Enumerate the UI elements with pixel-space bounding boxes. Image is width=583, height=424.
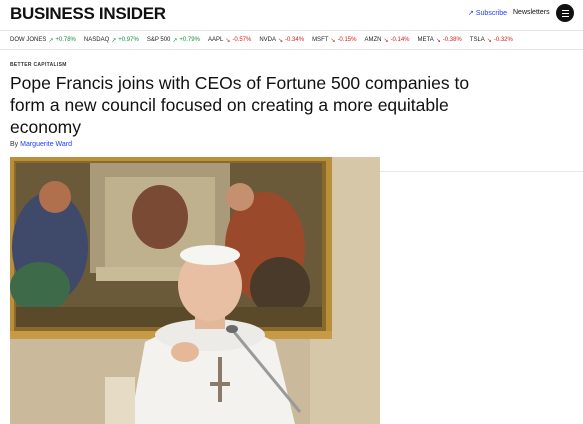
article-headline: Pope Francis joins with CEOs of Fortune … <box>10 73 470 137</box>
subscribe-label: Subscribe <box>475 9 508 17</box>
arrow-down-icon: ↘ <box>278 37 284 44</box>
ticker-symbol: TSLA <box>469 37 485 43</box>
article-hero-image <box>10 157 380 424</box>
ticker-symbol: S&P 500 <box>146 37 171 43</box>
ticker-change: -0.32% <box>493 37 513 43</box>
ticker-change: +0.78% <box>55 37 76 43</box>
ticker-change: +0.97% <box>118 37 139 43</box>
subscribe-link[interactable]: ↗ Subscribe <box>468 9 508 18</box>
ticker-change: -0.15% <box>337 37 357 43</box>
byline-prefix: By <box>10 141 19 148</box>
newsletters-link[interactable]: Newsletters <box>513 9 550 16</box>
hero-photo-illustration <box>10 157 380 424</box>
arrow-up-icon: ↗ <box>172 37 178 44</box>
arrow-down-icon: ↘ <box>486 37 492 44</box>
arrow-down-icon: ↘ <box>225 37 231 44</box>
ticker-symbol: AAPL <box>207 37 224 43</box>
hamburger-icon-line <box>561 9 569 11</box>
ticker-symbol: MSFT <box>312 37 329 43</box>
arrow-down-icon: ↘ <box>383 37 389 44</box>
author-link[interactable]: Marguerite Ward <box>20 141 72 148</box>
ticker-symbol: META <box>417 37 434 43</box>
arrow-down-icon: ↘ <box>330 37 336 44</box>
market-ticker: DOW JONES ↗ +0.78% NASDAQ ↗ +0.97% S&P 500 ↗ +… <box>0 30 583 50</box>
byline: By Marguerite Ward <box>10 141 72 148</box>
ticker-change: +0.79% <box>179 37 200 43</box>
ticker-symbol: AMZN <box>364 37 382 43</box>
sidebar-divider <box>380 171 583 172</box>
menu-button[interactable] <box>556 4 574 22</box>
ticker-symbol: DOW JONES <box>10 37 47 43</box>
ticker-item[interactable]: DOW JONES ↗ +0.78% <box>10 37 76 44</box>
subscribe-arrow-icon: ↗ <box>468 10 474 17</box>
ticker-item[interactable]: MSFT ↘ -0.15% <box>312 37 356 44</box>
ticker-change: -0.38% <box>442 37 462 43</box>
ticker-item[interactable]: S&P 500 ↗ +0.79% <box>147 37 200 44</box>
ticker-change: -0.34% <box>285 37 305 43</box>
ticker-change: -0.57% <box>232 37 252 43</box>
hamburger-icon-line <box>561 12 569 14</box>
ticker-item[interactable]: AAPL ↘ -0.57% <box>208 37 251 44</box>
arrow-up-icon: ↗ <box>48 37 54 44</box>
arrow-down-icon: ↘ <box>435 37 441 44</box>
ticker-item[interactable]: TSLA ↘ -0.32% <box>470 37 513 44</box>
ticker-item[interactable]: META ↘ -0.38% <box>418 37 462 44</box>
ticker-symbol: NVDA <box>259 37 277 43</box>
ticker-change: -0.14% <box>390 37 410 43</box>
article-kicker[interactable]: BETTER CAPITALISM <box>10 62 67 68</box>
ticker-symbol: NASDAQ <box>83 37 110 43</box>
site-logo[interactable]: BUSINESS INSIDER <box>10 4 166 24</box>
ticker-item[interactable]: NVDA ↘ -0.34% <box>259 37 304 44</box>
ticker-item[interactable]: NASDAQ ↗ +0.97% <box>84 37 139 44</box>
ticker-item[interactable]: AMZN ↘ -0.14% <box>364 37 409 44</box>
arrow-up-icon: ↗ <box>111 37 117 44</box>
hamburger-icon-line <box>561 15 569 17</box>
site-header: BUSINESS INSIDER ↗ Subscribe Newsletters <box>0 0 583 28</box>
